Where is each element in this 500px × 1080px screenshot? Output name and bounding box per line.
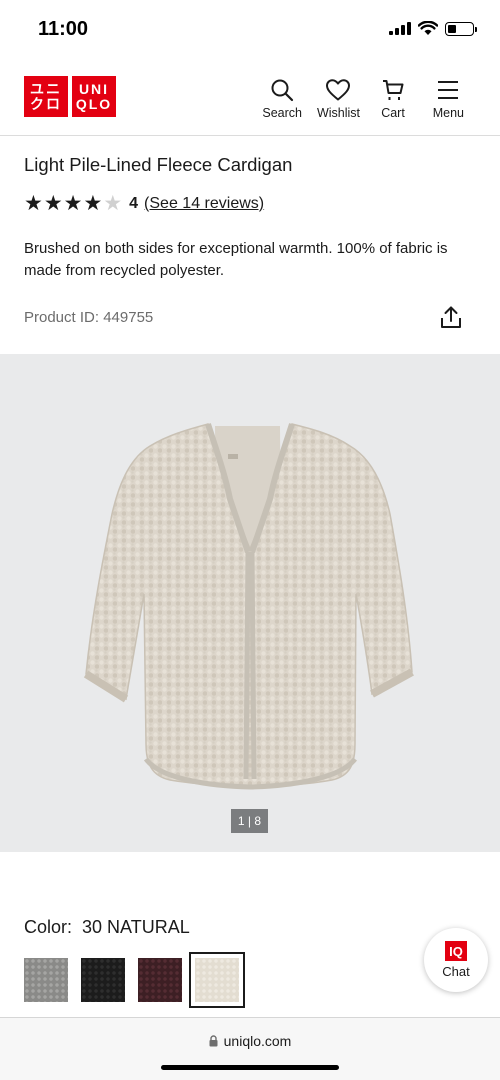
product-title: Light Pile-Lined Fleece Cardigan <box>24 154 293 175</box>
wifi-icon <box>418 21 438 35</box>
address-bar[interactable]: uniqlo.com <box>0 1033 500 1049</box>
color-label-text: Color: <box>24 917 73 937</box>
share-icon <box>441 306 461 328</box>
wishlist-button[interactable]: Wishlist <box>317 78 360 120</box>
swatch-natural[interactable] <box>189 952 245 1008</box>
star-filled-icon: ★ <box>83 192 103 215</box>
url-text: uniqlo.com <box>223 1033 292 1049</box>
home-indicator[interactable] <box>161 1065 339 1070</box>
image-pager: 1 | 8 <box>231 809 268 833</box>
product-image-gallery[interactable] <box>0 354 500 852</box>
cart-icon <box>383 80 404 100</box>
site-header: ユニ クロ UNI QLO Search Wishlist Cart Menu <box>0 60 500 136</box>
color-swatches <box>24 952 245 1008</box>
product-id: Product ID: 449755 <box>24 309 154 326</box>
search-button[interactable]: Search <box>262 78 302 120</box>
hamburger-menu-icon <box>438 81 459 99</box>
chat-label: Chat <box>442 964 470 979</box>
star-empty-icon: ★ <box>103 192 123 215</box>
star-filled-icon: ★ <box>43 192 63 215</box>
status-icons <box>389 21 477 36</box>
logo-text: ユニ <box>30 80 62 97</box>
cart-label: Cart <box>381 106 405 120</box>
wishlist-label: Wishlist <box>316 106 360 120</box>
heart-icon <box>326 79 351 101</box>
color-value: 30 NATURAL <box>82 917 190 937</box>
product-description: Brushed on both sides for exceptional wa… <box>24 240 448 279</box>
logo-block-latin: UNI QLO <box>72 76 116 117</box>
product-image <box>83 423 414 790</box>
logo-text: クロ <box>30 95 62 112</box>
product-rating: ★ ★ ★ ★ ★ 4 (See 14 reviews) <box>24 193 264 214</box>
cart-button[interactable]: Cart <box>381 78 405 120</box>
color-label: Color: 30 NATURAL <box>24 917 190 938</box>
status-bar: 11:00 <box>0 0 500 60</box>
chat-badge: IQ <box>445 941 467 961</box>
see-reviews-link[interactable]: (See 14 reviews) <box>144 195 264 213</box>
rating-value: 4 <box>129 194 139 212</box>
menu-button[interactable]: Menu <box>433 78 464 120</box>
star-filled-icon: ★ <box>24 192 43 215</box>
logo-text: UNI <box>78 80 110 97</box>
logo-text: QLO <box>75 95 113 112</box>
signal-icon <box>389 22 411 35</box>
battery-icon <box>445 21 477 36</box>
uniqlo-logo[interactable]: ユニ クロ UNI QLO <box>24 76 116 117</box>
swatch-dark-wine[interactable] <box>138 958 182 1002</box>
menu-label: Menu <box>432 106 464 120</box>
status-time: 11:00 <box>38 18 89 40</box>
logo-block-katakana: ユニ クロ <box>24 76 68 117</box>
star-filled-icon: ★ <box>63 192 83 215</box>
swatch-gray[interactable] <box>24 958 68 1002</box>
search-icon <box>271 79 294 102</box>
lock-icon <box>209 1035 218 1047</box>
chat-button[interactable]: IQ Chat <box>424 928 488 992</box>
share-button[interactable] <box>440 305 462 334</box>
search-label: Search <box>262 106 302 120</box>
swatch-black[interactable] <box>81 958 125 1002</box>
browser-bar: uniqlo.com <box>0 1017 500 1080</box>
